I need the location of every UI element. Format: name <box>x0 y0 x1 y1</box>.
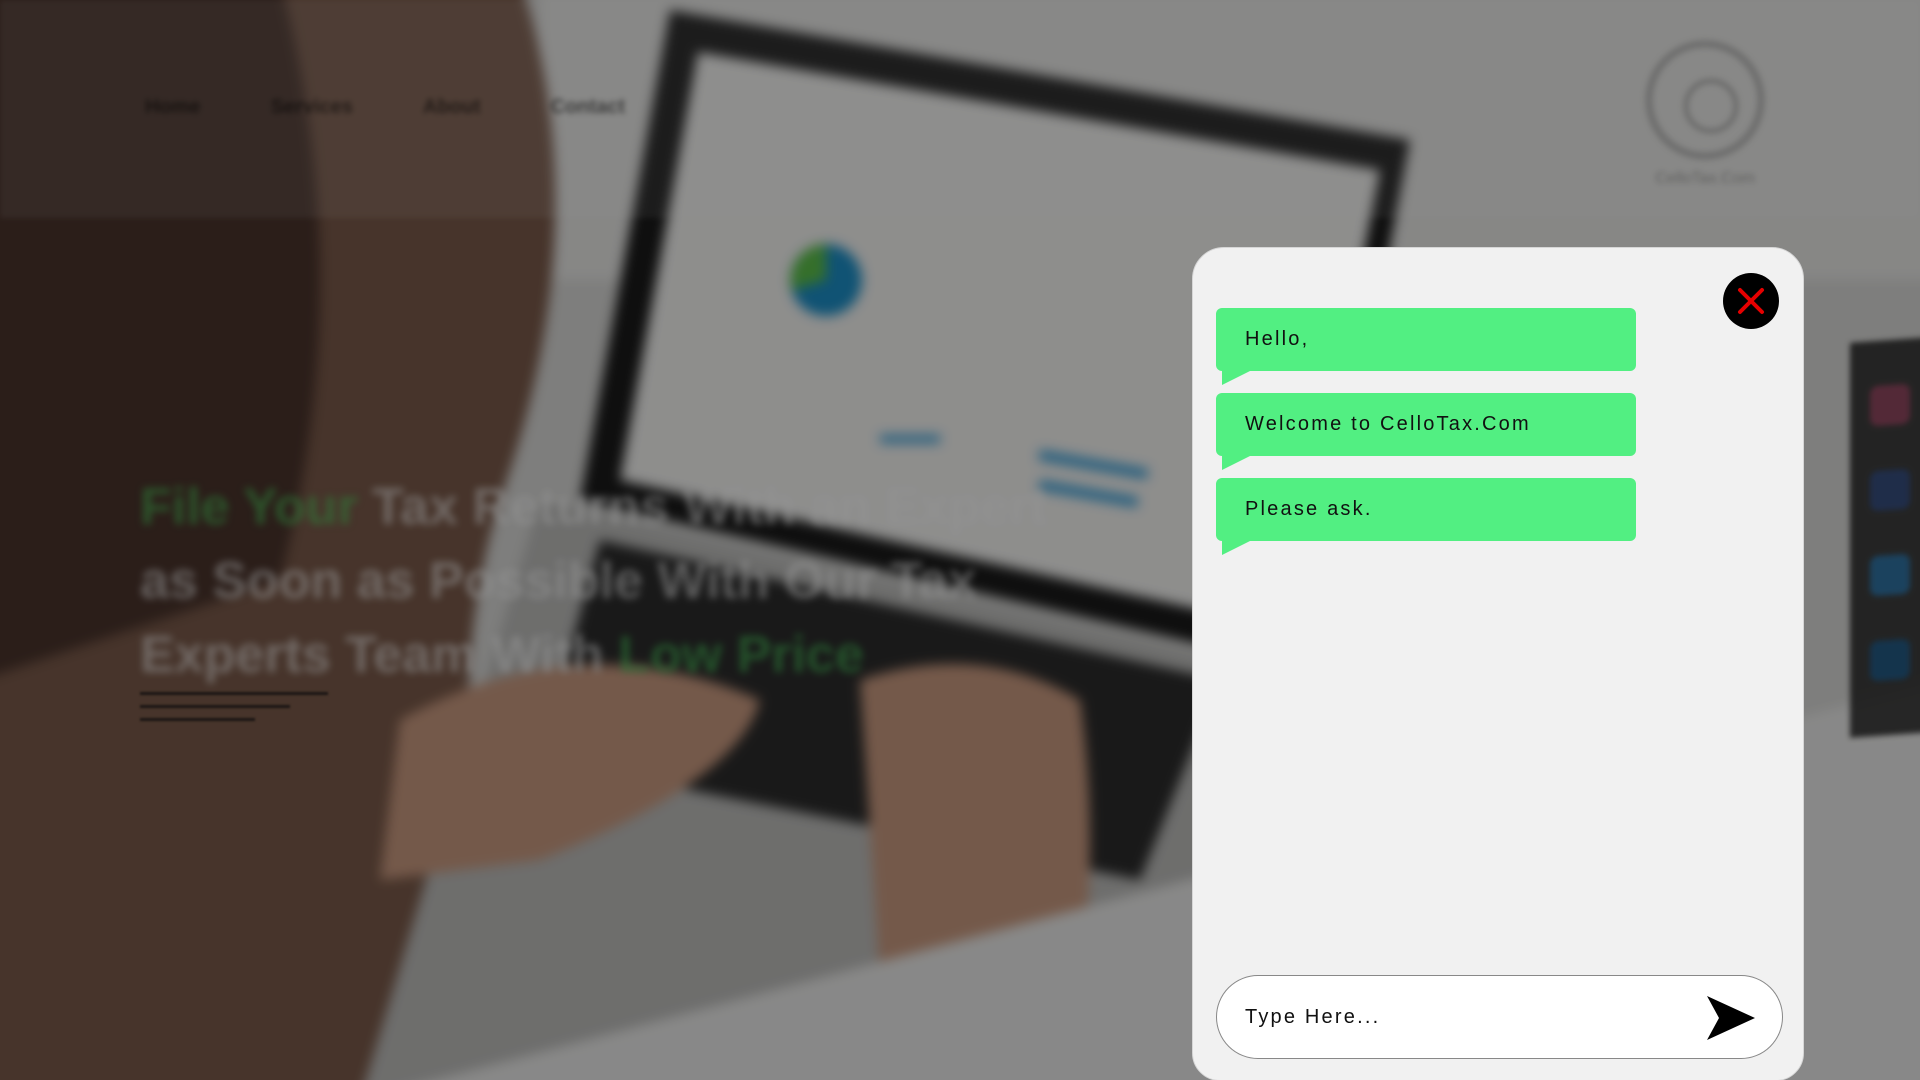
chat-message: Welcome to CelloTax.Com <box>1216 393 1636 470</box>
chat-widget: Hello, Welcome to CelloTax.Com Please as… <box>1192 247 1804 1080</box>
bubble-tail <box>1222 541 1250 555</box>
message-list: Hello, Welcome to CelloTax.Com Please as… <box>1216 308 1636 563</box>
chat-message-text: Hello, <box>1245 328 1310 350</box>
close-icon <box>1738 288 1764 314</box>
send-button[interactable] <box>1705 994 1757 1042</box>
chat-input-container <box>1216 975 1783 1059</box>
chat-message: Hello, <box>1216 308 1636 385</box>
bubble-tail <box>1222 456 1250 470</box>
bubble-tail <box>1222 371 1250 385</box>
chat-message-text: Please ask. <box>1245 498 1373 520</box>
chat-message: Please ask. <box>1216 478 1636 555</box>
close-button[interactable] <box>1723 273 1779 329</box>
chat-input[interactable] <box>1245 976 1685 1058</box>
chat-message-text: Welcome to CelloTax.Com <box>1245 413 1531 435</box>
send-icon <box>1707 996 1755 1040</box>
